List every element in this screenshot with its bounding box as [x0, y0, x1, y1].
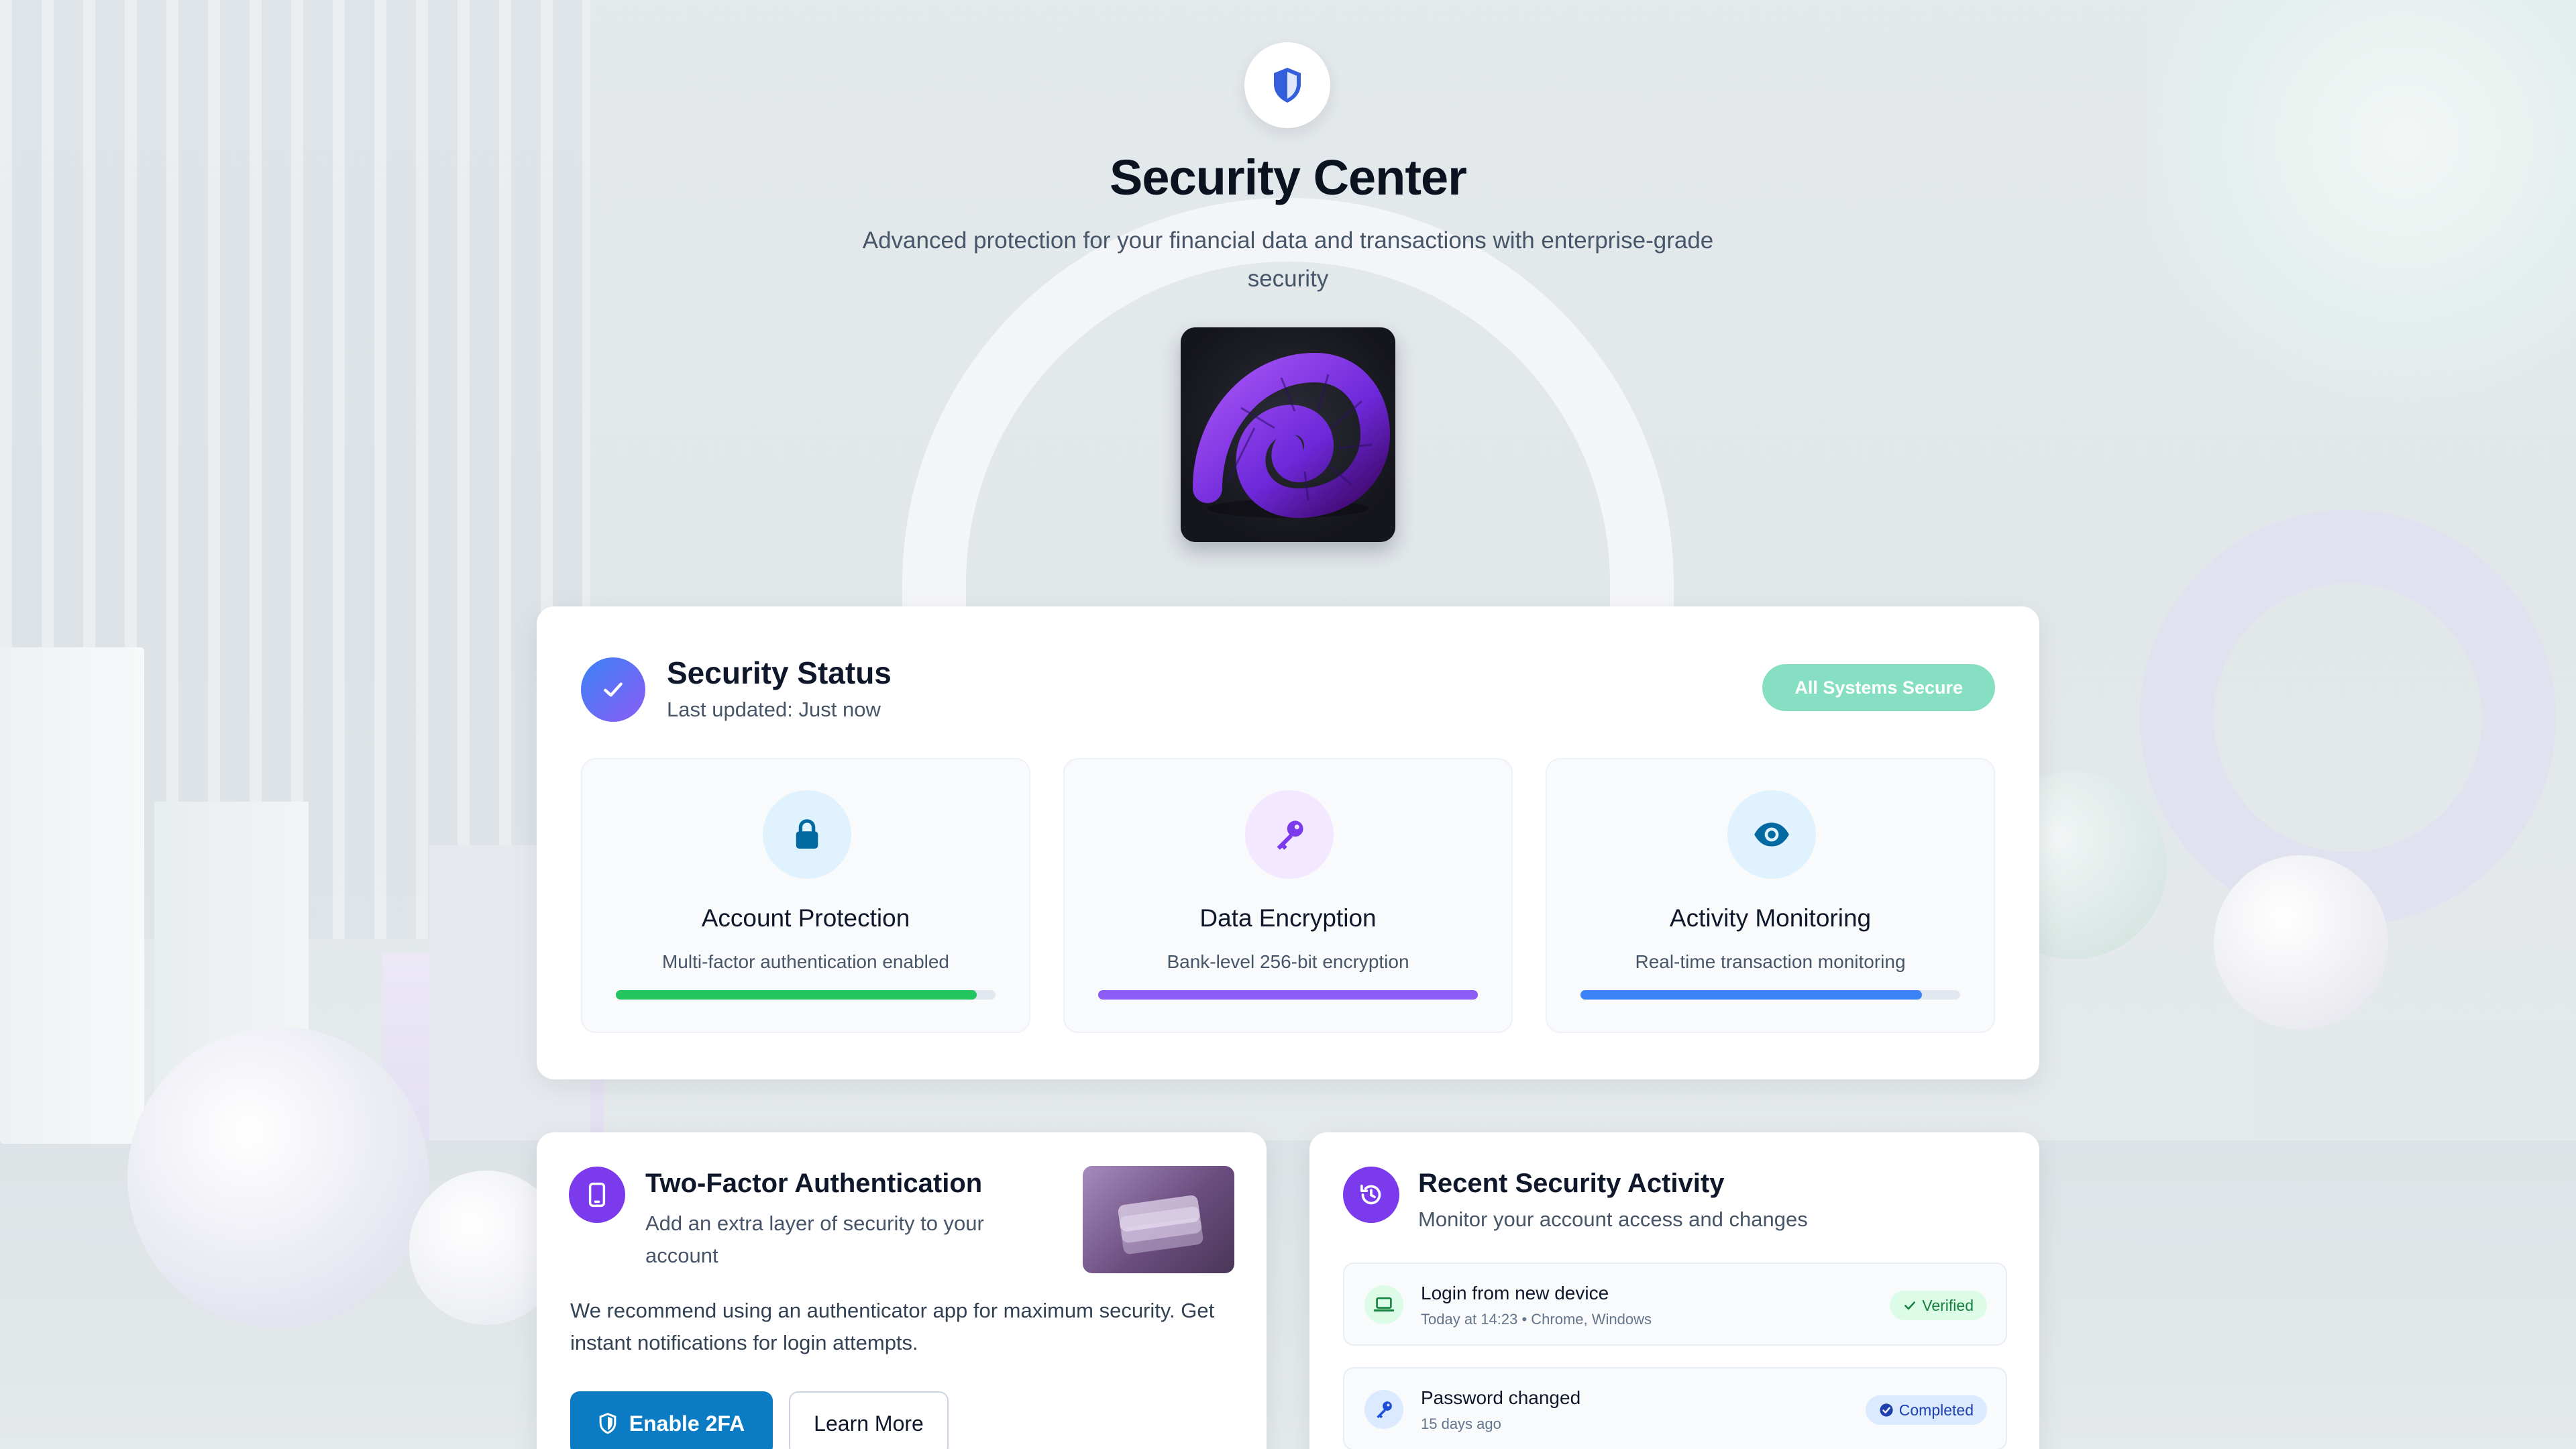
feature-progress-fill [1098, 990, 1478, 1000]
activity-status-label: Verified [1922, 1297, 1974, 1314]
feature-title: Activity Monitoring [1669, 904, 1872, 932]
activity-item-title: Password changed [1421, 1387, 1581, 1408]
activity-icon-circle [1364, 1390, 1403, 1429]
two-factor-title: Two-Factor Authentication [645, 1169, 983, 1198]
lock-icon [796, 819, 818, 849]
feature-progress-fill [616, 990, 977, 1000]
background-sphere [127, 1026, 429, 1328]
recent-activity-card: Recent Security Activity Monitor your ac… [1309, 1132, 2039, 1449]
feature-description: Bank-level 256-bit encryption [1167, 951, 1409, 972]
feature-icon-circle [763, 790, 851, 879]
feature-activity-monitoring: Activity Monitoring Real-time transactio… [1546, 758, 1995, 1033]
check-icon [1904, 1301, 1916, 1310]
enable-2fa-button[interactable]: Enable 2FA [570, 1391, 773, 1449]
activity-status-badge: Completed [1865, 1395, 1987, 1425]
feature-icon-circle [1245, 790, 1334, 879]
activity-title: Recent Security Activity [1418, 1169, 1725, 1198]
phone-badge [569, 1167, 625, 1223]
activity-item-meta: 15 days ago [1421, 1415, 1501, 1432]
two-factor-card: Two-Factor Authentication Add an extra l… [537, 1132, 1267, 1449]
check-icon [604, 682, 623, 697]
shield-badge [1244, 42, 1330, 128]
feature-data-encryption: Data Encryption Bank-level 256-bit encry… [1063, 758, 1513, 1033]
two-factor-subtitle: Add an extra layer of security to your a… [645, 1212, 984, 1267]
hero-image [1181, 327, 1395, 542]
page-subtitle: Advanced protection for your financial d… [862, 227, 1714, 292]
activity-item-title: Login from new device [1421, 1283, 1609, 1303]
background-ring [2140, 510, 2556, 926]
page-title: Security Center [1110, 150, 1467, 205]
activity-status-label: Completed [1898, 1401, 1974, 1419]
laptop-icon [1373, 1297, 1395, 1312]
enable-2fa-label: Enable 2FA [629, 1411, 745, 1436]
background-shelf [2254, 1020, 2576, 1140]
feature-progress-track [1098, 990, 1478, 1000]
status-updated: Last updated: Just now [667, 698, 881, 721]
two-factor-image [1083, 1166, 1234, 1273]
shield-icon [599, 1413, 616, 1434]
status-check-badge [581, 657, 645, 722]
status-title: Security Status [667, 655, 892, 690]
background-tree [2147, 0, 2576, 470]
phone-icon [588, 1182, 606, 1208]
security-status-card: Security Status Last updated: Just now A… [537, 606, 2039, 1079]
feature-account-protection: Account Protection Multi-factor authenti… [581, 758, 1030, 1033]
activity-status-badge: Verified [1890, 1291, 1987, 1320]
activity-item[interactable]: Password changed 15 days ago Completed [1343, 1367, 2007, 1449]
phone-stack-artwork [1118, 1195, 1203, 1254]
activity-subtitle: Monitor your account access and changes [1418, 1208, 1808, 1231]
key-icon [1277, 820, 1303, 850]
spiral-shell-artwork [1193, 352, 1391, 519]
history-badge [1343, 1167, 1399, 1223]
background-pillar [0, 647, 144, 1144]
two-factor-description: We recommend using an authenticator app … [570, 1299, 1215, 1354]
learn-more-button[interactable]: Learn More [789, 1391, 949, 1449]
feature-progress-track [1580, 990, 1960, 1000]
feature-description: Real-time transaction monitoring [1635, 951, 1906, 972]
eye-icon [1754, 822, 1789, 847]
check-circle-icon [1880, 1403, 1893, 1417]
feature-title: Account Protection [701, 904, 910, 932]
feature-progress-fill [1580, 990, 1923, 1000]
activity-item-meta: Today at 14:23 • Chrome, Windows [1421, 1311, 1652, 1328]
history-icon [1360, 1184, 1381, 1205]
activity-item[interactable]: Login from new device Today at 14:23 • C… [1343, 1263, 2007, 1346]
feature-progress-track [616, 990, 996, 1000]
status-badge: All Systems Secure [1762, 664, 1995, 711]
feature-title: Data Encryption [1199, 904, 1377, 932]
activity-icon-circle [1364, 1285, 1403, 1324]
feature-icon-circle [1727, 790, 1816, 879]
key-icon [1377, 1401, 1392, 1419]
shield-icon [1274, 68, 1301, 103]
background-sphere [2214, 855, 2388, 1030]
feature-description: Multi-factor authentication enabled [661, 951, 950, 972]
